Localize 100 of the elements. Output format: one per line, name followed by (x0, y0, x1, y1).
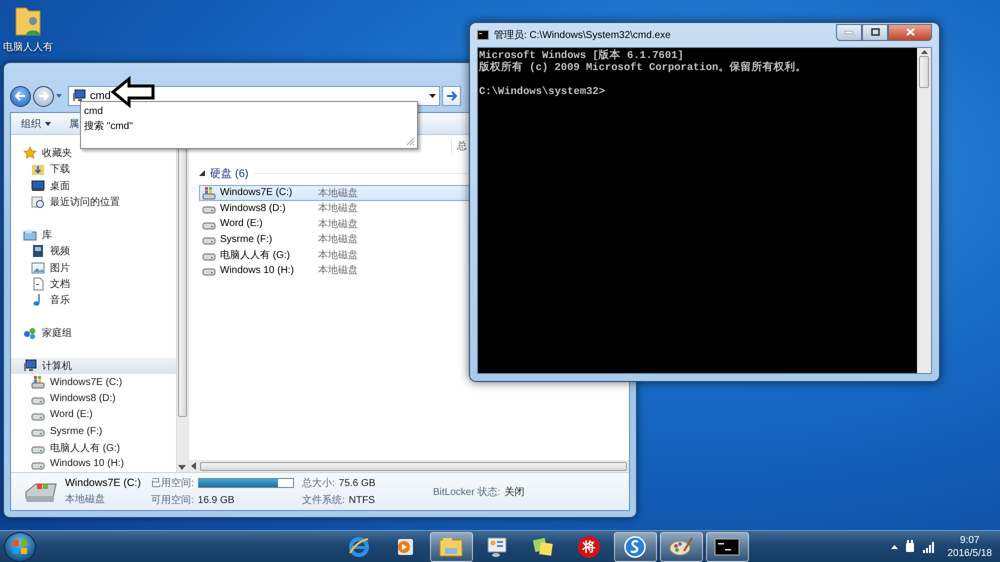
close-button[interactable] (888, 24, 932, 40)
library-icon (23, 228, 37, 242)
file-system-label: 文件系统: (302, 494, 345, 507)
swirl-app-icon (623, 534, 647, 558)
system-drive-icon (202, 186, 216, 200)
system-drive-icon (31, 375, 45, 390)
scroll-thumb[interactable] (200, 462, 627, 470)
caret-icon (45, 122, 51, 126)
suggestion-item[interactable]: 搜索 "cmd" (84, 119, 133, 134)
scrollbar[interactable] (189, 460, 629, 472)
console-line: C:\Windows\system32> (479, 85, 606, 98)
app-icon: 将 (578, 536, 600, 558)
power-plug-icon[interactable] (904, 540, 916, 554)
scroll-thumb[interactable] (919, 56, 929, 88)
nav-item[interactable]: Sysrme (F:) (11, 423, 176, 440)
column-header[interactable]: 总 (451, 139, 467, 153)
caret-icon (56, 94, 62, 98)
nav-item[interactable]: 音乐 (11, 292, 176, 308)
nav-item[interactable]: 家庭组 (11, 324, 176, 342)
scrollbar[interactable] (917, 48, 931, 373)
nav-item[interactable]: 图片 (11, 259, 176, 276)
go-arrow-icon (446, 91, 457, 101)
window-title: 管理员: C:\Windows\System32\cmd.exe (494, 29, 672, 42)
drive-type: 本地磁盘 (65, 492, 106, 506)
drive-name: Windows7E (C:) (65, 477, 142, 489)
minimize-button[interactable] (836, 24, 862, 40)
free-space-label: 可用空间: (151, 494, 194, 507)
bitlocker-value: 关闭 (504, 486, 524, 498)
taskbar-button[interactable]: 将 (568, 532, 610, 562)
scroll-down-icon[interactable] (178, 465, 186, 470)
go-button[interactable] (442, 86, 461, 106)
computer-icon (23, 359, 37, 374)
video-icon (31, 244, 45, 258)
nav-item[interactable]: 最近访问的位置 (11, 194, 176, 210)
browser-icon (347, 534, 371, 558)
drive-row[interactable]: Word (E:) 本地磁盘 (199, 216, 471, 232)
nav-item[interactable]: 桌面 (11, 178, 176, 194)
console-line: 版权所有 (c) 2009 Microsoft Corporation。保留所有权利。 (479, 62, 808, 74)
picture-icon (31, 260, 45, 275)
start-button[interactable] (4, 532, 36, 562)
download-folder-icon (31, 162, 45, 176)
palette-icon (668, 534, 694, 558)
suggestion-item[interactable]: cmd (84, 104, 103, 119)
computer-icon (72, 89, 86, 103)
forward-arrow-icon (38, 91, 49, 101)
collapse-icon[interactable] (199, 170, 205, 176)
toolbar-button[interactable]: 属 (69, 116, 79, 130)
maximize-button[interactable] (862, 24, 888, 40)
nav-item[interactable]: 电脑人人有 (G:) (11, 439, 176, 456)
back-arrow-icon (15, 91, 26, 101)
nav-item[interactable]: Windows7E (C:) (11, 374, 176, 391)
desktop-icon (31, 178, 45, 193)
caret-icon (890, 544, 898, 548)
nav-item[interactable]: Windows 10 (H:) (11, 456, 176, 472)
group-header[interactable]: 硬盘 (6) (210, 166, 248, 180)
back-button[interactable] (10, 86, 31, 106)
clock-time[interactable]: 9:07 (960, 534, 980, 546)
homegroup-icon (23, 326, 37, 340)
drive-row[interactable]: Sysrme (F:) 本地磁盘 (199, 232, 471, 247)
file-system-value: NTFS (348, 494, 375, 506)
forward-button[interactable] (33, 86, 54, 106)
console-line: Microsoft Windows [版本 6.1.7601] (479, 50, 685, 62)
drive-row[interactable]: Windows7E (C:) 本地磁盘 (199, 185, 471, 200)
scroll-left-icon[interactable] (191, 462, 196, 470)
resize-grip-icon[interactable] (406, 137, 415, 146)
drive-row[interactable]: Windows8 (D:) 本地磁盘 (199, 200, 471, 216)
nav-item[interactable]: 视频 (11, 243, 176, 260)
total-size-value: 75.6 GB (338, 478, 376, 488)
nav-item[interactable]: 库 (11, 226, 176, 244)
clock-date[interactable]: 2016/5/18 (948, 546, 992, 560)
show-hidden-icons-button[interactable] (890, 544, 898, 548)
caret-icon (429, 94, 436, 98)
toolbar-button[interactable]: 组织 (21, 116, 51, 130)
star-icon (23, 146, 37, 160)
console-icon (714, 536, 740, 556)
total-size-label: 总大小: (302, 476, 335, 490)
recent-places-icon (31, 194, 45, 209)
console-icon (477, 30, 489, 40)
nav-item[interactable]: 文档 (11, 276, 176, 292)
scroll-up-icon[interactable] (920, 50, 928, 54)
nav-item[interactable]: Windows8 (D:) (11, 390, 176, 407)
control-panel-icon (485, 534, 509, 558)
windows-flag-icon (12, 538, 28, 554)
maximize-icon (870, 28, 880, 36)
nav-item[interactable]: Word (E:) (11, 406, 176, 424)
nav-item[interactable]: 收藏夹 (11, 145, 176, 162)
desktop-icon-label[interactable]: 电脑人人有 (3, 40, 53, 54)
used-space-label: 已用空间: (151, 476, 194, 490)
drive-row[interactable]: Windows 10 (H:) 本地磁盘 (199, 262, 471, 278)
signal-icon[interactable] (922, 540, 936, 552)
nav-item[interactable]: 计算机 (11, 358, 176, 374)
drive-row[interactable]: 电脑人人有 (G:) 本地磁盘 (199, 247, 471, 262)
bitlocker-label: BitLocker 状态: (433, 486, 500, 498)
minimize-icon (845, 30, 853, 34)
taskbar-button[interactable] (660, 532, 702, 562)
document-icon (31, 276, 45, 291)
nav-item[interactable]: 下载 (11, 161, 176, 178)
taskbar-button[interactable] (706, 532, 748, 562)
taskbar-button[interactable] (614, 532, 656, 562)
free-space-value: 16.9 GB (198, 494, 234, 506)
